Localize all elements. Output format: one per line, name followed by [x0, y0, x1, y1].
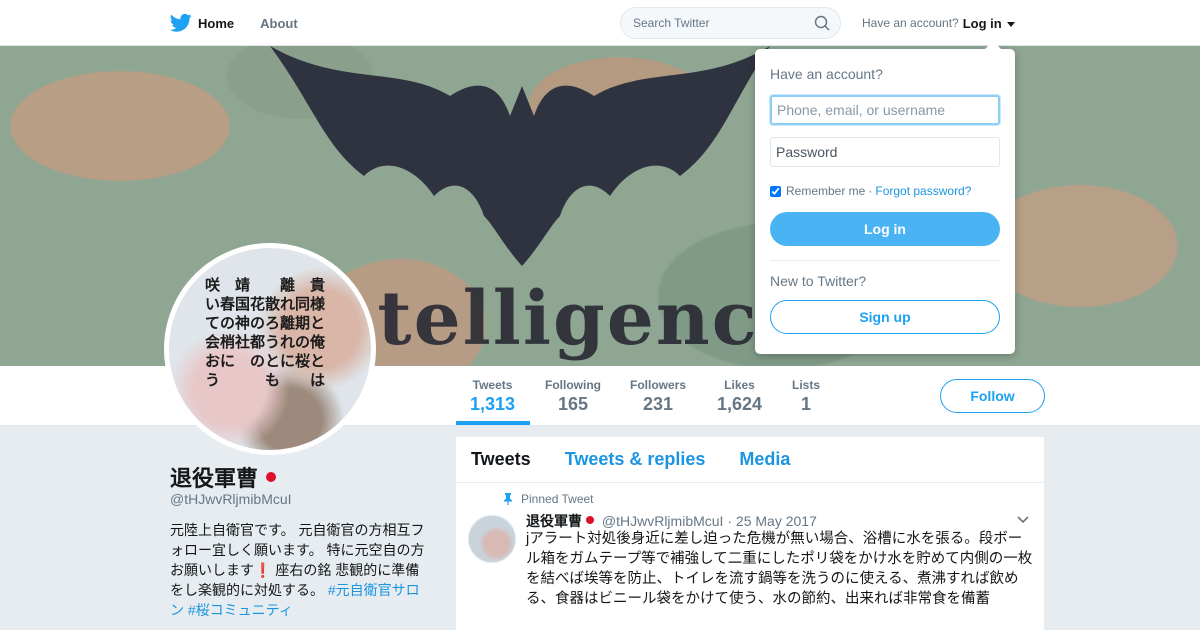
- stat-label: Lists: [792, 378, 821, 392]
- stat-value: 231: [642, 394, 674, 414]
- profile-bio: 元陸上自衛官です。 元自衛官の方相互フォロー宜しく願います。 特に元空自の方お願…: [170, 520, 432, 620]
- stat-label: Likes: [724, 378, 755, 392]
- search-input[interactable]: [621, 8, 806, 38]
- stat-label: Followers: [630, 378, 687, 392]
- top-navigation-bar: Home About Have an account? Log in: [0, 0, 1200, 46]
- twitter-bird-icon[interactable]: [170, 13, 192, 33]
- nav-home-link[interactable]: Home: [198, 16, 234, 31]
- timeline-tabs: Tweets Tweets & replies Media: [456, 437, 1044, 483]
- username-field[interactable]: [770, 95, 1000, 125]
- profile-handle[interactable]: @tHJwvRljmibMcuI: [170, 491, 292, 507]
- tab-tweets-replies[interactable]: Tweets & replies: [565, 449, 706, 470]
- tweet-text: jアラート対処後身近に差し迫った危機が無い場合、浴槽に水を張る。段ボール箱をガム…: [526, 531, 1033, 607]
- signup-button[interactable]: Sign up: [770, 300, 1000, 334]
- stat-label: Tweets: [472, 378, 513, 392]
- active-tab-underline: [456, 421, 530, 425]
- have-account-text: Have an account?: [862, 16, 959, 30]
- password-field[interactable]: [770, 137, 1000, 167]
- dropdown-divider: [770, 260, 1000, 261]
- pin-icon: [504, 493, 512, 505]
- tweet-author-name[interactable]: 退役軍曹: [526, 513, 582, 529]
- timeline: Tweets Tweets & replies Media Pinned Twe…: [456, 437, 1044, 630]
- tab-media[interactable]: Media: [739, 449, 790, 470]
- stat-tweets[interactable]: Tweets 1,313: [470, 378, 515, 415]
- tab-tweets[interactable]: Tweets: [471, 449, 531, 470]
- account-area: Have an account? Log in: [862, 0, 1016, 46]
- login-dropdown: Have an account? Remember me · Forgot pa…: [755, 41, 1015, 354]
- stat-value: 1,624: [717, 394, 763, 414]
- stat-followers[interactable]: Followers 231: [630, 378, 686, 415]
- stat-value: 1: [801, 394, 812, 414]
- remember-separator: ·: [868, 184, 873, 198]
- login-button[interactable]: Log in: [770, 212, 1000, 246]
- login-dropdown-toggle[interactable]: Log in: [963, 16, 1016, 31]
- follow-button[interactable]: Follow: [940, 379, 1045, 413]
- pinned-text: Pinned Tweet: [521, 492, 594, 506]
- dropdown-title: Have an account?: [770, 66, 883, 82]
- login-link-label: Log in: [962, 15, 1002, 31]
- exclamation-icon: ❗: [254, 562, 272, 578]
- stat-label: Following: [545, 378, 601, 392]
- search-box: [620, 7, 841, 39]
- chevron-down-icon[interactable]: [1016, 513, 1030, 527]
- stat-likes[interactable]: Likes 1,624: [717, 378, 762, 415]
- hashtag-link[interactable]: #桜コミュニティ: [188, 602, 293, 618]
- profile-name-text: 退役軍曹: [170, 466, 259, 491]
- stat-lists[interactable]: Lists 1: [792, 378, 820, 415]
- remember-me-checkbox[interactable]: [770, 185, 781, 197]
- tweet-author-handle[interactable]: @tHJwvRljmibMcuI: [602, 513, 724, 529]
- avatar[interactable]: 咲 靖 離 貴 い春国花散れ同様 ての神のろ離期と 会梢社都うれの俺 おに のと…: [164, 243, 376, 455]
- nav-about-link[interactable]: About: [260, 16, 298, 31]
- caret-down-icon: [1007, 21, 1016, 27]
- pinned-tweet-label: Pinned Tweet: [503, 492, 594, 506]
- tweet-separator: ·: [727, 513, 733, 529]
- avatar-poem-text: 咲 靖 離 貴 い春国花散れ同様 ての神のろ離期と 会梢社都うれの俺 おに のと…: [205, 276, 326, 389]
- new-to-twitter-text: New to Twitter?: [770, 273, 867, 289]
- remember-row: Remember me · Forgot password?: [770, 184, 971, 198]
- search-icon[interactable]: [814, 15, 830, 31]
- remember-me-label[interactable]: Remember me: [786, 184, 865, 198]
- tweet-avatar[interactable]: [468, 515, 516, 563]
- stat-value: 1,313: [470, 394, 516, 414]
- stat-following[interactable]: Following 165: [545, 378, 601, 415]
- bat-emblem-image: [270, 46, 770, 266]
- tweet-header: 退役軍曹 @tHJwvRljmibMcuI · 25 May 2017: [526, 511, 817, 531]
- profile-name[interactable]: 退役軍曹: [170, 461, 277, 493]
- tweet-date[interactable]: 25 May 2017: [736, 513, 817, 529]
- stat-value: 165: [557, 394, 589, 414]
- nav-left: Home About: [170, 0, 324, 46]
- flag-japan-icon: [586, 516, 594, 524]
- forgot-password-link[interactable]: Forgot password?: [875, 184, 971, 198]
- flag-japan-icon: [266, 472, 277, 482]
